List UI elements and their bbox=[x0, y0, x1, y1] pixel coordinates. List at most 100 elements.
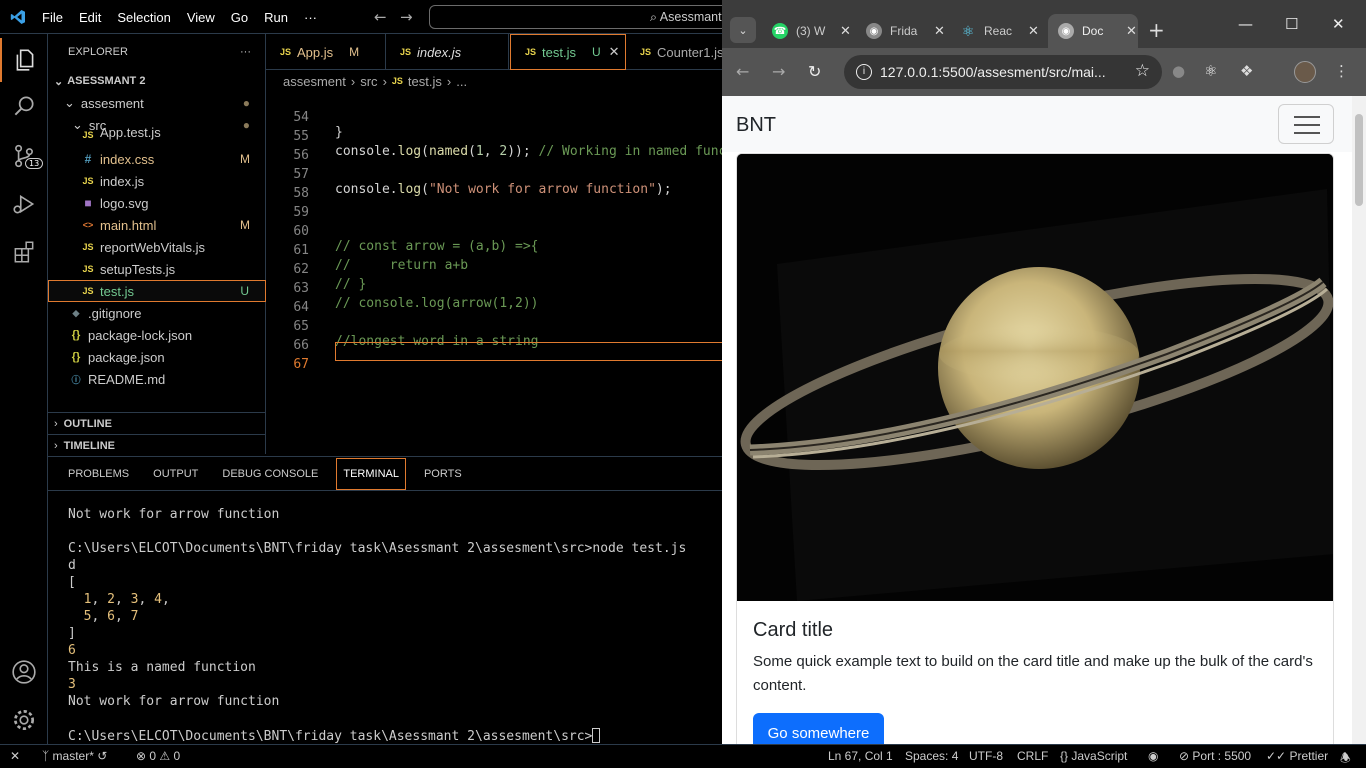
remote-close-icon[interactable]: ✕ bbox=[10, 749, 20, 763]
timeline-section[interactable]: › TIMELINE bbox=[48, 434, 266, 456]
explorer-more-button[interactable]: ··· bbox=[240, 46, 251, 58]
tab-ports[interactable]: PORTS bbox=[418, 458, 468, 490]
forward-arrow-icon[interactable]: → bbox=[772, 62, 785, 81]
tree-root[interactable]: ⌄ ASESSMANT 2 bbox=[48, 70, 266, 92]
tab-search-button[interactable]: ⌄ bbox=[730, 17, 756, 43]
breadcrumb-item[interactable]: ... bbox=[456, 74, 467, 89]
file-row[interactable]: <> main.html M bbox=[48, 214, 266, 236]
menu-view[interactable]: View bbox=[179, 10, 223, 25]
go-somewhere-button[interactable]: Go somewhere bbox=[753, 713, 884, 744]
tab-problems[interactable]: PROBLEMS bbox=[62, 458, 135, 490]
accounts-activity[interactable] bbox=[0, 650, 48, 694]
file-row[interactable]: # index.css M bbox=[48, 148, 266, 170]
copilot-icon[interactable]: ◉ bbox=[1148, 749, 1158, 763]
navbar-toggler-button[interactable] bbox=[1278, 104, 1334, 144]
file-row[interactable]: {} package.json bbox=[48, 346, 266, 368]
close-tab-icon[interactable]: ✕ bbox=[609, 44, 620, 60]
breadcrumb-item[interactable]: test.js bbox=[408, 74, 442, 89]
file-row[interactable]: JS setupTests.js bbox=[48, 258, 266, 280]
live-server-status[interactable]: ⊘ Port : 5500 bbox=[1179, 749, 1251, 763]
problems-status[interactable]: ⊗ 0 ⚠ 0 bbox=[136, 749, 180, 763]
code-editor[interactable]: 54 } 55 console.log(named(1, 2)); // Wor… bbox=[266, 92, 726, 456]
profile-avatar[interactable] bbox=[1294, 61, 1316, 83]
account-icon bbox=[12, 660, 36, 684]
page-scrollbar[interactable] bbox=[1352, 96, 1366, 744]
close-window-button[interactable]: ✕ bbox=[1332, 15, 1345, 33]
extension-dot-icon[interactable]: ● bbox=[1172, 62, 1185, 80]
run-debug-activity[interactable] bbox=[0, 182, 48, 226]
folder-assesment[interactable]: ⌄ assesment ● bbox=[48, 92, 266, 114]
address-bar[interactable]: i 127.0.0.1:5500/assesment/src/mai... ☆ bbox=[844, 55, 1162, 89]
chrome-window: ⌄ ☎ (3) W ✕ ◉ Frida ✕ ⚛ Reac ✕ ◉ Doc ✕ +… bbox=[722, 0, 1366, 744]
tab-terminal[interactable]: TERMINAL bbox=[336, 457, 406, 490]
close-tab-icon[interactable]: ✕ bbox=[1126, 23, 1137, 39]
tab-debug-console[interactable]: DEBUG CONSOLE bbox=[216, 458, 324, 490]
react-devtools-icon[interactable]: ⚛ bbox=[1204, 62, 1217, 80]
file-row[interactable]: JS reportWebVitals.js bbox=[48, 236, 266, 258]
close-tab-icon[interactable]: ✕ bbox=[934, 23, 945, 39]
eol-status[interactable]: CRLF bbox=[1017, 749, 1048, 763]
chrome-tab-react[interactable]: ⚛ Reac ✕ bbox=[950, 14, 1040, 48]
code-line: 61 // return a+b bbox=[266, 228, 726, 273]
breadcrumb-item[interactable]: src bbox=[360, 74, 377, 89]
menu-go[interactable]: Go bbox=[223, 10, 256, 25]
reload-icon[interactable]: ↻ bbox=[808, 62, 821, 81]
file-row[interactable]: {} package-lock.json bbox=[48, 324, 266, 346]
notifications-bell-icon[interactable]: 🕭 bbox=[1340, 749, 1351, 768]
outline-section[interactable]: › OUTLINE bbox=[48, 412, 266, 434]
new-tab-button[interactable]: + bbox=[1148, 18, 1165, 42]
branch-icon: ᛉ bbox=[42, 749, 53, 763]
chrome-tab-friday[interactable]: ◉ Frida ✕ bbox=[856, 14, 946, 48]
source-control-activity[interactable]: 13 bbox=[0, 134, 48, 178]
file-row[interactable]: ◆ .gitignore bbox=[48, 302, 266, 324]
kebab-menu-icon[interactable]: ⋮ bbox=[1334, 62, 1349, 80]
close-tab-icon[interactable]: ✕ bbox=[1028, 23, 1039, 39]
navbar-brand[interactable]: BNT bbox=[736, 114, 776, 137]
file-row[interactable]: ■ logo.svg bbox=[48, 192, 266, 214]
tab-label: test.js bbox=[542, 44, 576, 60]
tab-test-js[interactable]: JS test.js U ✕ bbox=[510, 34, 626, 70]
file-row-selected[interactable]: JS test.js U bbox=[48, 280, 266, 302]
search-activity[interactable] bbox=[0, 84, 48, 128]
back-arrow-icon[interactable]: ← bbox=[374, 8, 387, 26]
file-name: App.test.js bbox=[100, 126, 161, 140]
command-center-search[interactable]: ⌕ Asessmant bbox=[429, 5, 729, 29]
prettier-status[interactable]: ✓✓ Prettier bbox=[1266, 749, 1328, 763]
menu-file[interactable]: File bbox=[34, 10, 71, 25]
broadcast-icon: ⊘ bbox=[1179, 749, 1193, 763]
tab-app-js[interactable]: JS App.js M bbox=[266, 34, 386, 70]
json-file-icon: {} bbox=[71, 351, 81, 363]
forward-arrow-icon[interactable]: → bbox=[400, 8, 413, 26]
encoding-status[interactable]: UTF-8 bbox=[969, 749, 1003, 763]
indentation-status[interactable]: Spaces: 4 bbox=[905, 749, 958, 763]
manage-activity[interactable] bbox=[0, 698, 48, 742]
cursor-position[interactable]: Ln 67, Col 1 bbox=[828, 749, 893, 763]
html-file-icon: <> bbox=[82, 220, 94, 230]
menu-more[interactable]: ··· bbox=[296, 10, 325, 25]
tab-index-js[interactable]: JS index.js bbox=[386, 34, 509, 70]
chrome-tab-whatsapp[interactable]: ☎ (3) W ✕ bbox=[762, 14, 852, 48]
back-arrow-icon[interactable]: ← bbox=[736, 62, 749, 81]
info-icon[interactable]: i bbox=[856, 64, 872, 80]
menu-edit[interactable]: Edit bbox=[71, 10, 109, 25]
file-row[interactable]: JS index.js bbox=[48, 170, 266, 192]
menu-selection[interactable]: Selection bbox=[109, 10, 178, 25]
breadcrumb-item[interactable]: assesment bbox=[283, 74, 346, 89]
tab-counter1-js[interactable]: JS Counter1.js bbox=[626, 34, 726, 70]
file-row[interactable]: ⓘ README.md bbox=[48, 368, 266, 390]
close-tab-icon[interactable]: ✕ bbox=[840, 23, 851, 39]
minimize-button[interactable]: — bbox=[1238, 15, 1253, 33]
explorer-activity[interactable] bbox=[0, 38, 48, 82]
code-line: 66 bbox=[266, 323, 726, 353]
scrollbar-thumb[interactable] bbox=[1355, 114, 1363, 206]
branch-status[interactable]: ᛉ master* ↺ bbox=[42, 749, 107, 763]
extensions-puzzle-icon[interactable]: ❖ bbox=[1240, 62, 1253, 80]
tab-output[interactable]: OUTPUT bbox=[147, 458, 204, 490]
chrome-tab-document[interactable]: ◉ Doc ✕ bbox=[1048, 14, 1138, 48]
maximize-button[interactable]: ☐ bbox=[1285, 15, 1298, 33]
language-status[interactable]: {} JavaScript bbox=[1060, 749, 1127, 763]
bookmark-star-icon[interactable]: ☆ bbox=[1135, 61, 1150, 81]
menu-run[interactable]: Run bbox=[256, 10, 296, 25]
extensions-activity[interactable] bbox=[0, 230, 48, 274]
file-row[interactable]: JS App.test.js bbox=[48, 126, 266, 140]
